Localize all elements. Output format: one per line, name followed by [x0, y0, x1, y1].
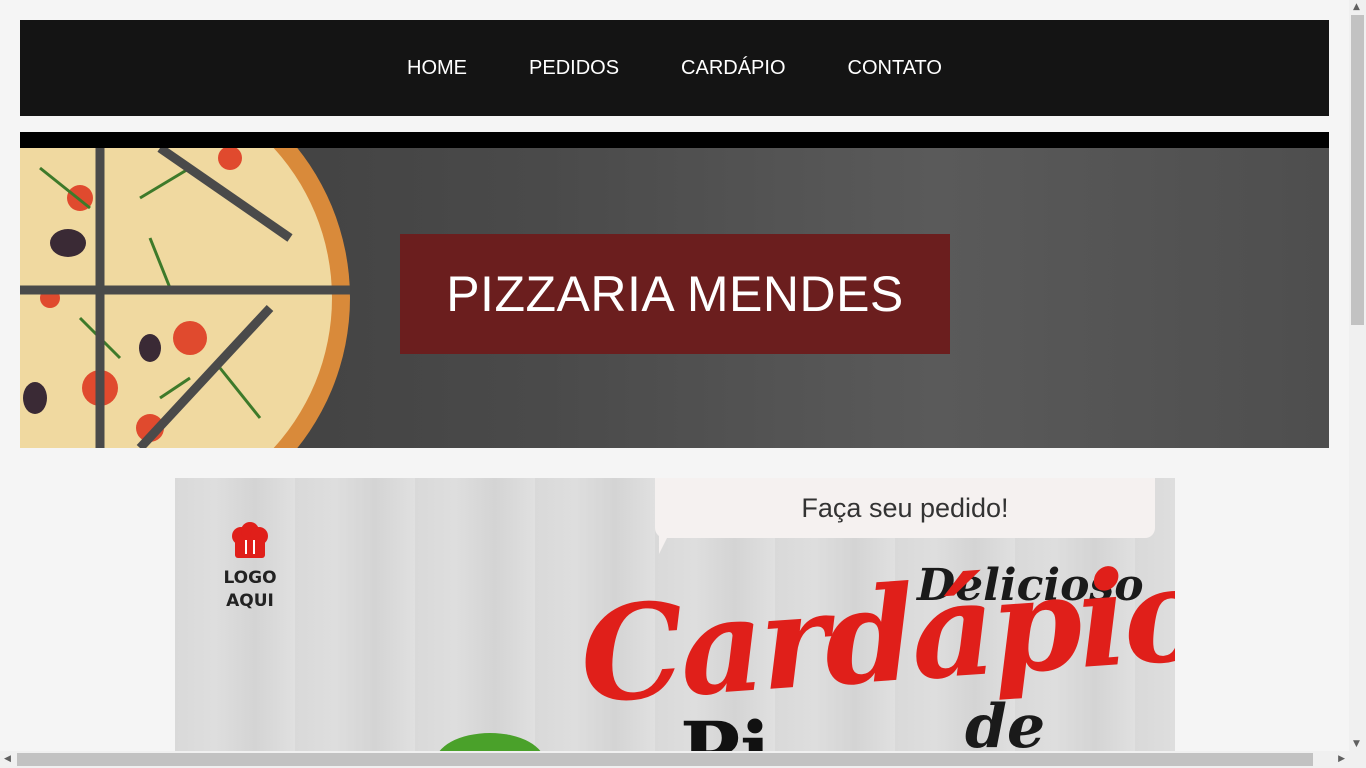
horizontal-scrollbar[interactable]: ◀ ▶ — [0, 751, 1349, 768]
scroll-down-icon[interactable]: ▼ — [1353, 739, 1360, 749]
logo-placeholder: LOGO AQUI — [215, 522, 285, 613]
vertical-scroll-thumb[interactable] — [1351, 15, 1364, 325]
logo-text-line2: AQUI — [226, 591, 274, 611]
heading-cardapio: Cardápio — [575, 536, 1175, 733]
logo-text-line1: LOGO — [223, 568, 277, 588]
scroll-up-icon[interactable]: ▲ — [1353, 2, 1360, 12]
nav-cardapio[interactable]: CARDÁPIO — [681, 57, 785, 80]
nav-pedidos[interactable]: PEDIDOS — [529, 57, 619, 80]
chef-hat-icon — [232, 522, 268, 558]
horizontal-scroll-thumb[interactable] — [17, 753, 1313, 766]
nav-home[interactable]: HOME — [407, 57, 467, 80]
scroll-right-icon[interactable]: ▶ — [1338, 754, 1345, 764]
scrollbar-corner — [1349, 751, 1366, 768]
scroll-left-icon[interactable]: ◀ — [4, 754, 11, 764]
hero-top-bar — [20, 132, 1329, 148]
main-nav: HOME PEDIDOS CARDÁPIO CONTATO — [20, 20, 1329, 116]
pizza-image — [20, 148, 350, 448]
hero-banner: PIZZARIA MENDES — [20, 148, 1329, 448]
hero-title: PIZZARIA MENDES — [400, 234, 950, 354]
vertical-scrollbar[interactable]: ▲ ▼ — [1349, 0, 1366, 751]
nav-contato[interactable]: CONTATO — [848, 57, 942, 80]
order-bubble[interactable]: Faça seu pedido! — [655, 478, 1155, 538]
menu-banner-image: LOGO AQUI Faça seu pedido! Delicioso Car… — [175, 478, 1175, 768]
